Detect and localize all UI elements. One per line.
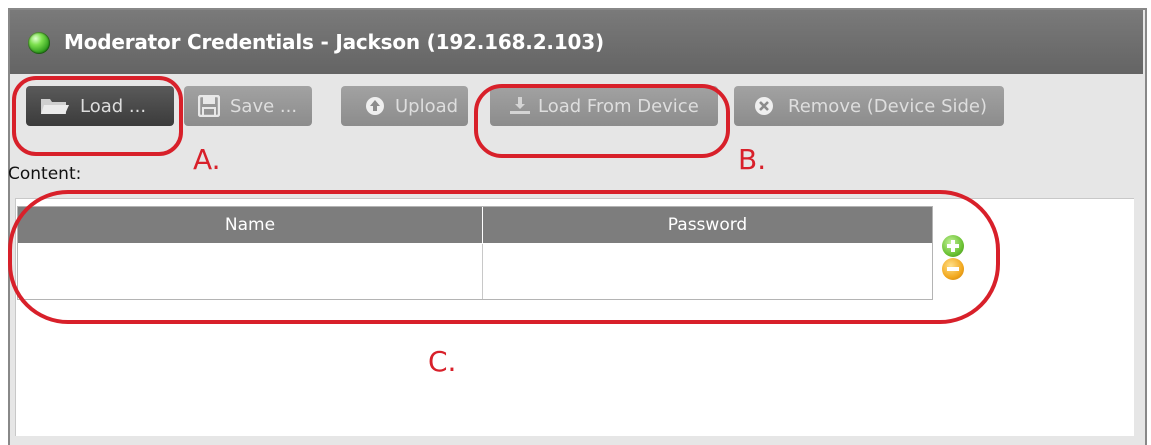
remove-device-side-button[interactable]: Remove (Device Side) xyxy=(734,86,1004,126)
content-label: Content: xyxy=(8,164,82,184)
floppy-disk-icon xyxy=(197,94,221,118)
upload-arrow-icon xyxy=(365,96,385,116)
annotation-circle-c xyxy=(8,190,1000,324)
annotation-label-c: C. xyxy=(428,345,457,378)
save-button-label: Save ... xyxy=(230,95,298,117)
annotation-circle-b xyxy=(474,84,730,158)
annotation-circle-a xyxy=(12,76,183,156)
save-button[interactable]: Save ... xyxy=(184,86,312,126)
window-title: Moderator Credentials - Jackson (192.168… xyxy=(64,30,604,54)
upload-button[interactable]: Upload xyxy=(341,86,468,126)
status-led-icon xyxy=(28,32,50,54)
remove-circle-x-icon xyxy=(754,96,774,116)
title-bar: Moderator Credentials - Jackson (192.168… xyxy=(10,10,1143,74)
annotation-label-b: B. xyxy=(738,143,767,176)
annotation-label-a: A. xyxy=(193,143,221,176)
upload-button-label: Upload xyxy=(395,95,459,117)
remove-device-side-label: Remove (Device Side) xyxy=(788,95,988,117)
